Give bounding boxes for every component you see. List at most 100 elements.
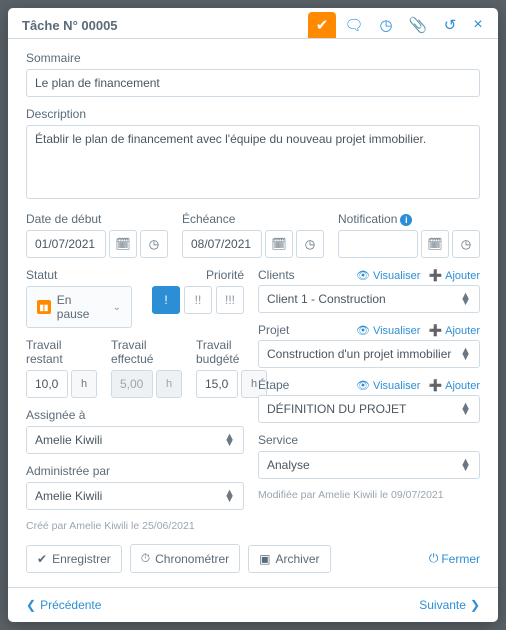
next-link[interactable]: Suivante❯ bbox=[419, 598, 480, 612]
notification-calendar-button[interactable]: 🗓 bbox=[421, 230, 449, 258]
modal-title: Tâche N° 00005 bbox=[22, 18, 308, 33]
calendar-icon: 🗓 bbox=[427, 237, 442, 251]
duedate-calendar-button[interactable]: 🗓 bbox=[265, 230, 293, 258]
status-value: En pause bbox=[57, 293, 107, 321]
tab-history[interactable]: ↺ bbox=[436, 12, 464, 38]
clients-view-link[interactable]: 👁Visualiser bbox=[356, 269, 420, 282]
step-add-link[interactable]: ➕Ajouter bbox=[428, 379, 480, 392]
admin-value: Amelie Kiwili bbox=[35, 489, 102, 503]
prev-link[interactable]: ❮Précédente bbox=[26, 598, 101, 612]
clock-icon: ◷ bbox=[379, 16, 392, 34]
paperclip-icon: 📎 bbox=[409, 16, 428, 34]
duedate-time-button[interactable]: ◷ bbox=[296, 230, 324, 258]
tab-attachments[interactable]: 📎 bbox=[404, 12, 432, 38]
close-button[interactable]: × bbox=[468, 16, 488, 34]
step-value: DÉFINITION DU PROJET bbox=[267, 402, 406, 416]
assigned-select[interactable]: Amelie Kiwili ▲▼ bbox=[26, 426, 244, 454]
project-add-link[interactable]: ➕Ajouter bbox=[428, 324, 480, 337]
status-dropdown[interactable]: ▮▮ En pause ⌄ bbox=[26, 286, 132, 328]
project-view-link[interactable]: 👁Visualiser bbox=[356, 324, 420, 337]
startdate-calendar-button[interactable]: 🗓 bbox=[109, 230, 137, 258]
work-done-label: Travail effectué bbox=[111, 338, 182, 366]
eye-icon: 👁 bbox=[356, 379, 370, 392]
work-remain-unit: h bbox=[71, 370, 97, 398]
clock-icon: ◷ bbox=[149, 237, 159, 251]
work-remain-input[interactable] bbox=[26, 370, 68, 398]
service-select[interactable]: Analyse ▲▼ bbox=[258, 451, 480, 479]
updown-icon: ▲▼ bbox=[460, 403, 471, 415]
chevron-right-icon: ❯ bbox=[470, 598, 480, 612]
chevron-down-icon: ⌄ bbox=[113, 302, 121, 313]
updown-icon: ▲▼ bbox=[460, 293, 471, 305]
startdate-input[interactable] bbox=[26, 230, 106, 258]
clients-add-link[interactable]: ➕Ajouter bbox=[428, 269, 480, 282]
project-value: Construction d'un projet immobilier bbox=[267, 347, 451, 361]
clients-label: Clients bbox=[258, 268, 295, 282]
priority-high-button[interactable]: !!! bbox=[216, 286, 244, 314]
description-label: Description bbox=[26, 107, 480, 121]
clients-select[interactable]: Client 1 - Construction ▲▼ bbox=[258, 285, 480, 313]
work-budget-label: Travail budgété bbox=[196, 338, 267, 366]
check-circle-icon: ✔ bbox=[37, 552, 47, 566]
clock-icon: ◷ bbox=[305, 237, 315, 251]
chevron-left-icon: ❮ bbox=[26, 598, 36, 612]
clock-icon: ◷ bbox=[461, 237, 471, 251]
updown-icon: ▲▼ bbox=[460, 348, 471, 360]
updown-icon: ▲▼ bbox=[224, 434, 235, 446]
modified-meta: Modifiée par Amelie Kiwili le 09/07/2021 bbox=[258, 489, 480, 501]
step-view-link[interactable]: 👁Visualiser bbox=[356, 379, 420, 392]
startdate-time-button[interactable]: ◷ bbox=[140, 230, 168, 258]
task-modal: Tâche N° 00005 ✔ 🗨 ◷ 📎 ↺ × Sommaire Desc… bbox=[8, 8, 498, 622]
work-done-unit: h bbox=[156, 370, 182, 398]
history-icon: ↺ bbox=[444, 16, 457, 34]
plus-icon: ➕ bbox=[428, 269, 442, 282]
step-label: Étape bbox=[258, 378, 289, 392]
startdate-label: Date de début bbox=[26, 212, 168, 226]
tab-comments[interactable]: 🗨 bbox=[340, 12, 368, 38]
eye-icon: 👁 bbox=[356, 324, 370, 337]
service-label: Service bbox=[258, 433, 480, 447]
pause-icon: ▮▮ bbox=[37, 300, 51, 314]
updown-icon: ▲▼ bbox=[460, 459, 471, 471]
assigned-label: Assignée à bbox=[26, 408, 244, 422]
footer-buttons: ✔Enregistrer ⏱Chronométrer ▣Archiver ⏻Fe… bbox=[26, 544, 480, 573]
calendar-icon: 🗓 bbox=[271, 237, 286, 251]
summary-input[interactable] bbox=[26, 69, 480, 97]
project-select[interactable]: Construction d'un projet immobilier ▲▼ bbox=[258, 340, 480, 368]
duedate-input[interactable] bbox=[182, 230, 262, 258]
admin-select[interactable]: Amelie Kiwili ▲▼ bbox=[26, 482, 244, 510]
tab-time[interactable]: ◷ bbox=[372, 12, 400, 38]
header-tabs: ✔ 🗨 ◷ 📎 ↺ bbox=[308, 12, 464, 38]
duedate-label: Échéance bbox=[182, 212, 324, 226]
notification-label: Notificationi bbox=[338, 212, 480, 226]
timer-button[interactable]: ⏱Chronométrer bbox=[130, 544, 240, 573]
archive-button[interactable]: ▣Archiver bbox=[248, 545, 330, 573]
priority-med-button[interactable]: !! bbox=[184, 286, 212, 314]
description-textarea[interactable]: Établir le plan de financement avec l'éq… bbox=[26, 125, 480, 199]
eye-icon: 👁 bbox=[356, 269, 370, 282]
stopwatch-icon: ⏱ bbox=[141, 551, 150, 566]
project-label: Projet bbox=[258, 323, 289, 337]
nav-footer: ❮Précédente Suivante❯ bbox=[8, 587, 498, 622]
notification-time-button[interactable]: ◷ bbox=[452, 230, 480, 258]
description-section: Description Établir le plan de financeme… bbox=[26, 107, 480, 202]
close-icon: × bbox=[473, 16, 482, 33]
work-done-input bbox=[111, 370, 153, 398]
save-button[interactable]: ✔Enregistrer bbox=[26, 545, 122, 573]
summary-section: Sommaire bbox=[26, 51, 480, 97]
updown-icon: ▲▼ bbox=[224, 490, 235, 502]
priority-low-button[interactable]: ! bbox=[152, 286, 180, 314]
modal-header: Tâche N° 00005 ✔ 🗨 ◷ 📎 ↺ × bbox=[8, 8, 498, 39]
status-label: Statut bbox=[26, 268, 132, 282]
close-link[interactable]: ⏻Fermer bbox=[429, 551, 480, 566]
info-icon[interactable]: i bbox=[400, 214, 412, 226]
summary-label: Sommaire bbox=[26, 51, 480, 65]
step-select[interactable]: DÉFINITION DU PROJET ▲▼ bbox=[258, 395, 480, 423]
modal-body: Sommaire Description Établir le plan de … bbox=[8, 39, 498, 587]
tab-main[interactable]: ✔ bbox=[308, 12, 336, 38]
assigned-value: Amelie Kiwili bbox=[35, 433, 102, 447]
work-budget-input[interactable] bbox=[196, 370, 238, 398]
comments-icon: 🗨 bbox=[344, 16, 363, 34]
admin-label: Administrée par bbox=[26, 464, 244, 478]
notification-input[interactable] bbox=[338, 230, 418, 258]
